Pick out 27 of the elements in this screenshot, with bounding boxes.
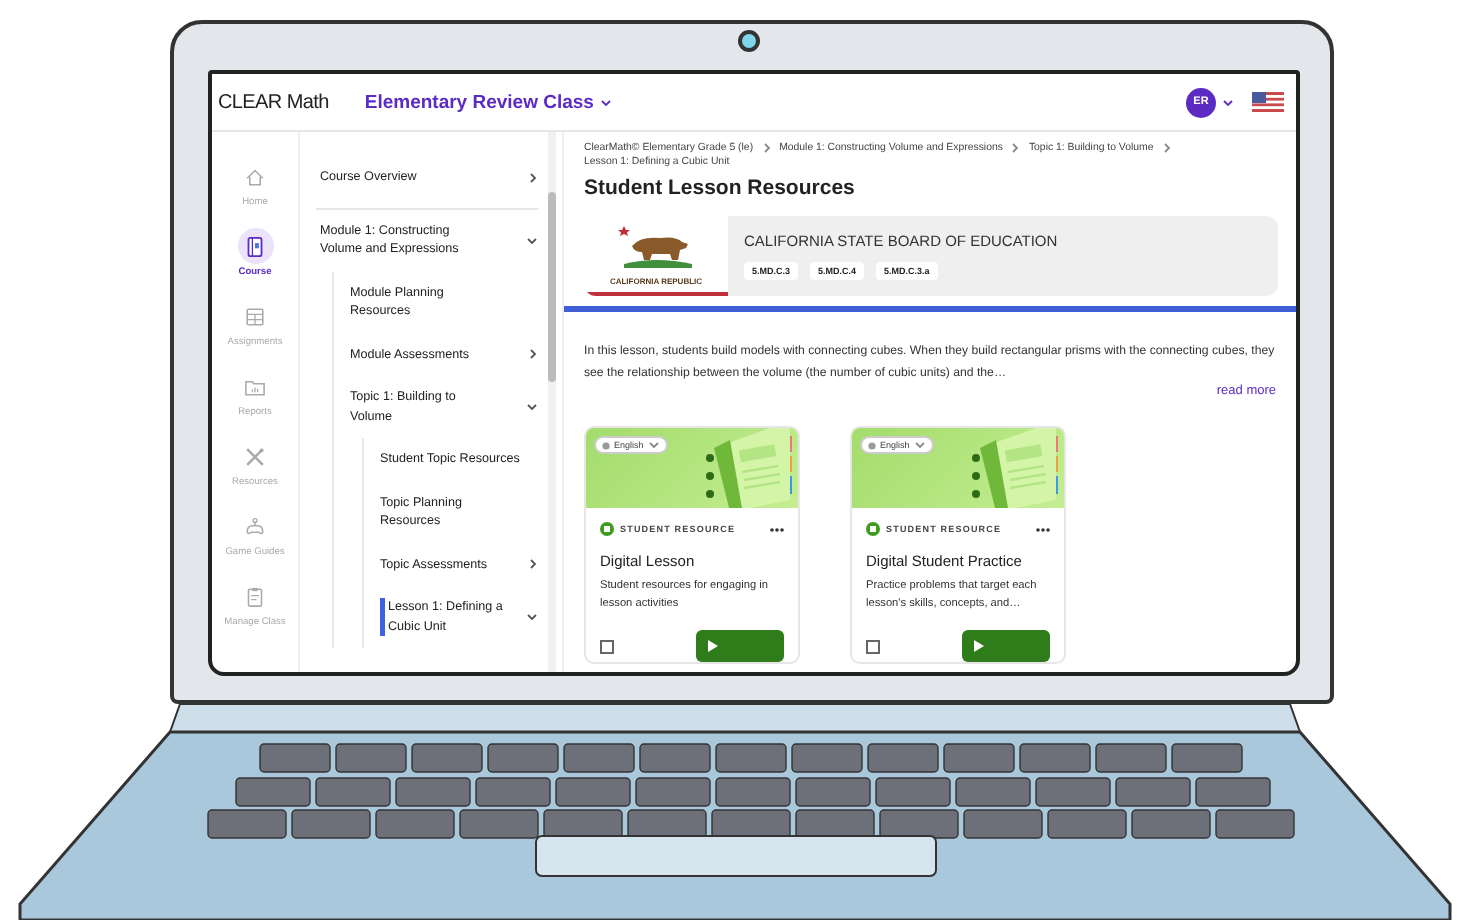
chevron-down-icon <box>913 440 926 450</box>
play-button[interactable] <box>962 630 1050 662</box>
globe-icon <box>602 441 610 449</box>
logo: CLEAR Math <box>218 91 329 113</box>
chevron-right-icon <box>1161 142 1172 154</box>
globe-icon <box>868 441 876 449</box>
clipboard-icon <box>242 583 268 609</box>
chevron-right-icon <box>761 142 772 154</box>
caret-icon <box>1222 97 1234 107</box>
checkbox[interactable] <box>866 639 880 653</box>
resource-icon <box>600 522 614 536</box>
class-dropdown[interactable]: Elementary Review Class <box>364 91 612 113</box>
book-icon <box>242 233 268 259</box>
grid-icon <box>242 303 268 329</box>
play-icon <box>708 640 718 652</box>
play-button[interactable] <box>696 630 784 662</box>
chevron-down-icon <box>647 440 660 450</box>
page-title: Student Lesson Resources <box>584 176 857 200</box>
chevron-down-icon <box>599 97 612 107</box>
resource-icon <box>866 522 880 536</box>
gamepad-icon <box>242 513 268 539</box>
play-icon <box>974 640 984 652</box>
flag-icon[interactable] <box>1252 92 1284 112</box>
camera-icon <box>738 30 760 52</box>
bear-drawing <box>616 226 696 270</box>
chevron-right-icon <box>1010 142 1021 154</box>
checkbox[interactable] <box>600 639 614 653</box>
